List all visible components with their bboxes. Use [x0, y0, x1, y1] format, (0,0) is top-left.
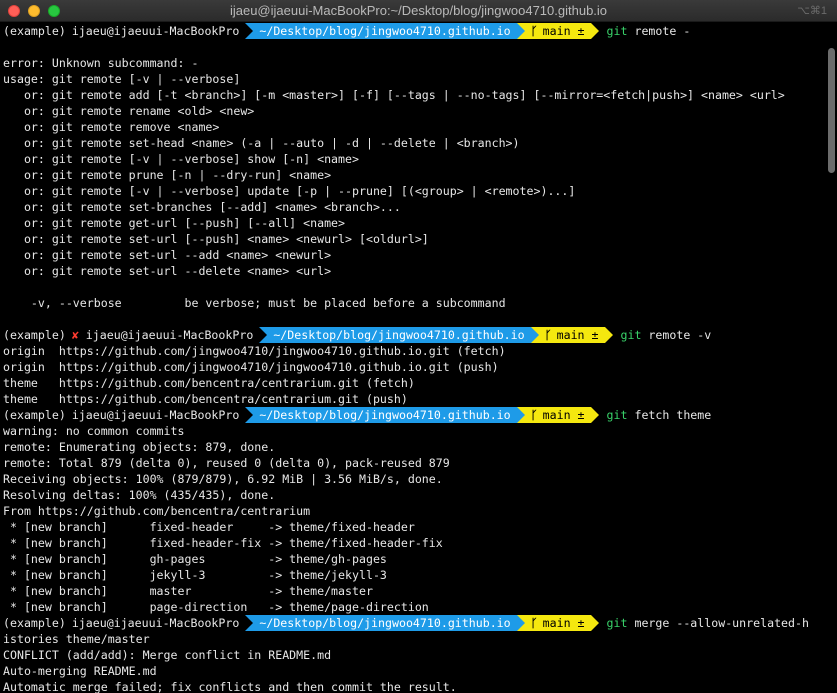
output-line: * [new branch] gh-pages -> theme/gh-page…: [3, 552, 387, 566]
command-name: git: [606, 616, 628, 630]
output-line: -v, --verbose be verbose; must be placed…: [3, 296, 506, 310]
prompt-user-host: ijaeu@ijaeuui-MacBookPro: [71, 24, 240, 38]
output-line: * [new branch] page-direction -> theme/p…: [3, 600, 429, 614]
prompt-git-status: ᚴ main ±: [530, 327, 605, 343]
output-line: or: git remote set-url --delete <name> <…: [3, 264, 332, 278]
output-line: From https://github.com/bencentra/centra…: [3, 504, 311, 518]
scrollbar-thumb[interactable]: [828, 48, 835, 173]
prompt-context: ✘ ijaeu@ijaeuui-MacBookPro: [66, 327, 260, 343]
prompt-segment-arrow: [590, 615, 599, 631]
command-args: remote -v: [641, 328, 712, 342]
command-name: git: [620, 328, 642, 342]
branch-icon: ᚴ: [530, 616, 538, 630]
output-line: or: git remote [-v | --verbose] show [-n…: [3, 152, 359, 166]
output-line: remote: Enumerating objects: 879, done.: [3, 440, 276, 454]
output-line: or: git remote set-head <name> (-a | --a…: [3, 136, 520, 150]
output-line: theme https://github.com/bencentra/centr…: [3, 376, 415, 390]
prompt-context: ijaeu@ijaeuui-MacBookPro: [66, 23, 246, 39]
output-line: Auto-merging README.md: [3, 664, 157, 678]
command-args: fetch theme: [627, 408, 712, 422]
output-line: origin https://github.com/jingwoo4710/ji…: [3, 344, 506, 358]
output-line: Resolving deltas: 100% (435/435), done.: [3, 488, 276, 502]
prompt-path: ~/Desktop/blog/jingwoo4710.github.io: [245, 615, 517, 631]
prompt-path: ~/Desktop/blog/jingwoo4710.github.io: [259, 327, 531, 343]
output-line: * [new branch] fixed-header -> theme/fix…: [3, 520, 415, 534]
output-line: remote: Total 879 (delta 0), reused 0 (d…: [3, 456, 450, 470]
prompt-segment-arrow: [590, 23, 599, 39]
branch-icon: ᚴ: [530, 24, 538, 38]
output-line: * [new branch] jekyll-3 -> theme/jekyll-…: [3, 568, 387, 582]
prompt-env: (example): [3, 408, 66, 422]
prompt-line: (example) ijaeu@ijaeuui-MacBookPro ~/Deskt…: [0, 615, 826, 631]
branch-icon: ᚴ: [530, 408, 538, 422]
prompt-context: ijaeu@ijaeuui-MacBookPro: [66, 615, 246, 631]
prompt-segment-arrow: [604, 327, 613, 343]
prompt-segment-arrow: [590, 407, 599, 423]
output-line: or: git remote rename <old> <new>: [3, 104, 255, 118]
prompt-line: (example) ijaeu@ijaeuui-MacBookPro ~/Deskt…: [0, 407, 826, 423]
output-line: istories theme/master: [3, 632, 150, 646]
prompt-env: (example): [3, 616, 66, 630]
prompt-env: (example): [3, 24, 66, 38]
prompt-branch: main ±: [542, 408, 585, 422]
error-icon: ✘: [71, 328, 86, 342]
prompt-line: (example) ✘ ijaeu@ijaeuui-MacBookPro ~/Des…: [0, 327, 826, 343]
prompt-user-host: ijaeu@ijaeuui-MacBookPro: [71, 616, 240, 630]
output-line: warning: no common commits: [3, 424, 185, 438]
prompt-env: (example): [3, 328, 66, 342]
terminal-scrollbar[interactable]: [826, 22, 837, 693]
prompt-git-status: ᚴ main ±: [516, 615, 591, 631]
output-line: Automatic merge failed; fix conflicts an…: [3, 680, 457, 693]
prompt-branch: main ±: [542, 24, 585, 38]
prompt-branch: main ±: [556, 328, 599, 342]
output-line: or: git remote remove <name>: [3, 120, 220, 134]
output-line: or: git remote [-v | --verbose] update […: [3, 184, 576, 198]
window-shortcut-label: ⌥⌘1: [797, 5, 827, 17]
prompt-git-status: ᚴ main ±: [516, 23, 591, 39]
prompt-path: ~/Desktop/blog/jingwoo4710.github.io: [245, 407, 517, 423]
output-line: or: git remote prune [-n | --dry-run] <n…: [3, 168, 332, 182]
output-line: origin https://github.com/jingwoo4710/ji…: [3, 360, 499, 374]
output-line: * [new branch] master -> theme/master: [3, 584, 373, 598]
output-line: or: git remote add [-t <branch>] [-m <ma…: [3, 88, 785, 102]
output-line: CONFLICT (add/add): Merge conflict in RE…: [3, 648, 332, 662]
branch-icon: ᚴ: [544, 328, 552, 342]
prompt-context: ijaeu@ijaeuui-MacBookPro: [66, 407, 246, 423]
output-line: or: git remote set-url [--push] <name> <…: [3, 232, 429, 246]
output-line: or: git remote set-url --add <name> <new…: [3, 248, 332, 262]
prompt-path: ~/Desktop/blog/jingwoo4710.github.io: [245, 23, 517, 39]
window-titlebar: ijaeu@ijaeuui-MacBookPro:~/Desktop/blog/…: [0, 0, 837, 22]
output-line: theme https://github.com/bencentra/centr…: [3, 392, 408, 406]
prompt-branch: main ±: [542, 616, 585, 630]
prompt-user-host: ijaeu@ijaeuui-MacBookPro: [71, 408, 240, 422]
terminal-output[interactable]: (example) ijaeu@ijaeuui-MacBookPro ~/Deskt…: [0, 22, 826, 693]
prompt-git-status: ᚴ main ±: [516, 407, 591, 423]
output-line: * [new branch] fixed-header-fix -> theme…: [3, 536, 443, 550]
output-line: or: git remote get-url [--push] [--all] …: [3, 216, 346, 230]
command-args: merge --allow-unrelated-h: [627, 616, 809, 630]
command-name: git: [606, 24, 628, 38]
output-line: error: Unknown subcommand: -: [3, 56, 199, 70]
window-title: ijaeu@ijaeuui-MacBookPro:~/Desktop/blog/…: [229, 3, 608, 18]
output-line: or: git remote set-branches [--add] <nam…: [3, 200, 401, 214]
output-line: Receiving objects: 100% (879/879), 6.92 …: [3, 472, 443, 486]
prompt-user-host: ijaeu@ijaeuui-MacBookPro: [85, 328, 254, 342]
output-line: usage: git remote [-v | --verbose]: [3, 72, 241, 86]
command-args: remote -: [627, 24, 691, 38]
command-name: git: [606, 408, 628, 422]
prompt-line: (example) ijaeu@ijaeuui-MacBookPro ~/Deskt…: [0, 23, 826, 39]
